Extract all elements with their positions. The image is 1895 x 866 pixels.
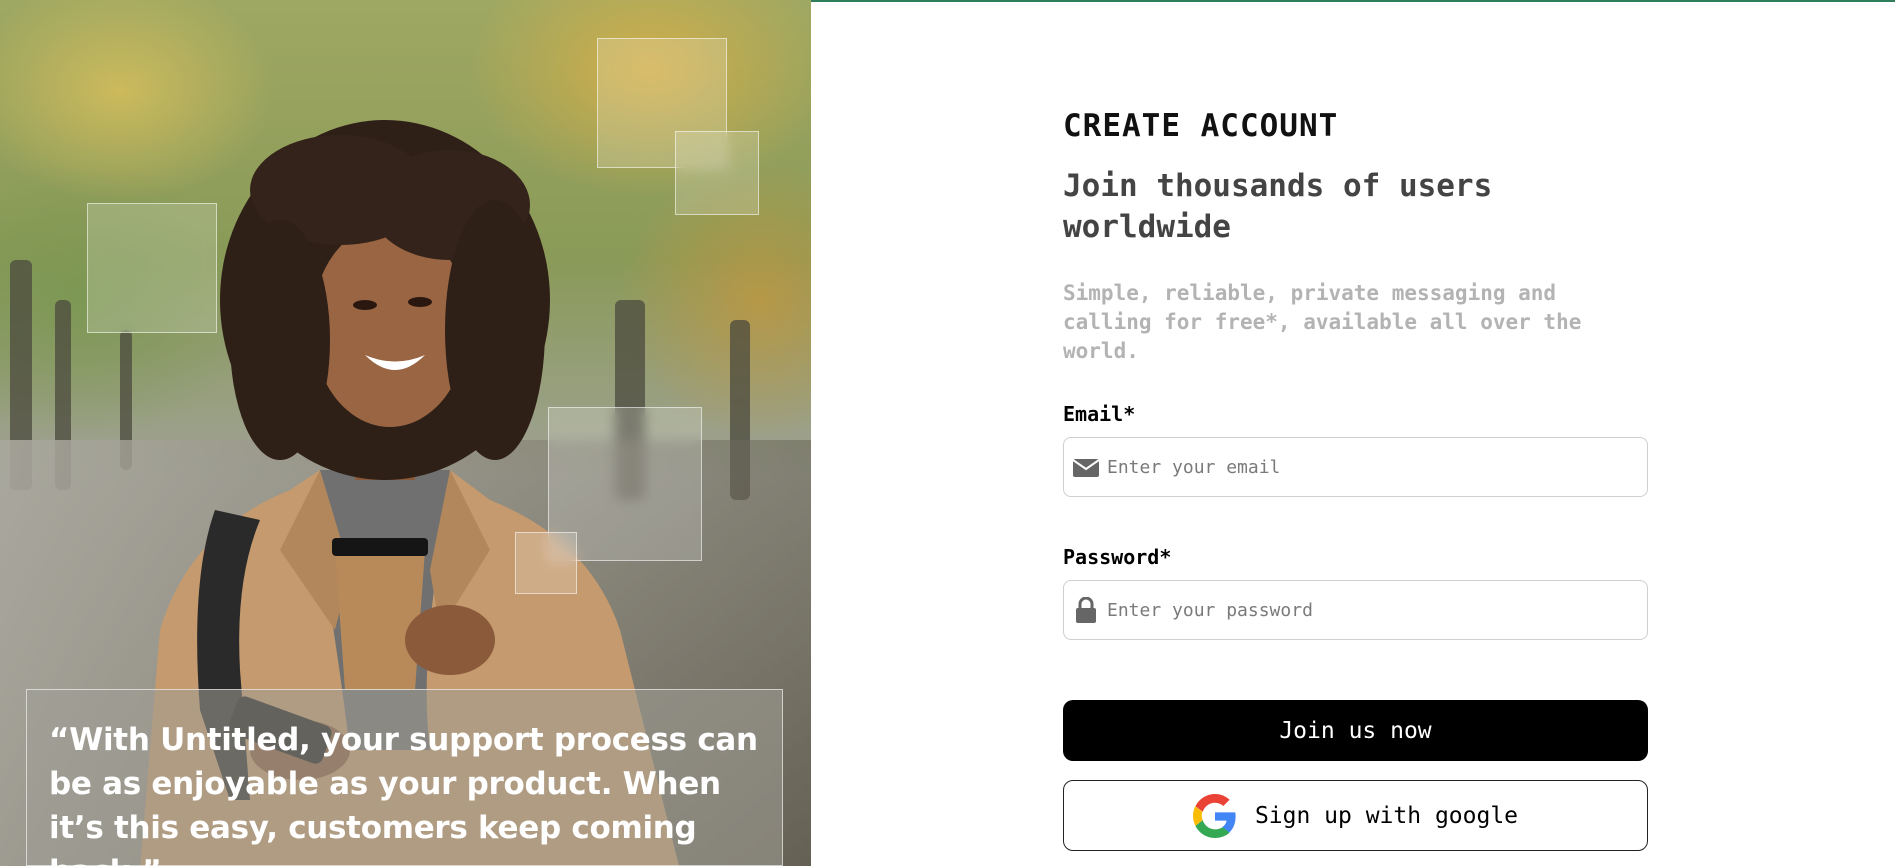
testimonial-card: “With Untitled, your support process can… (26, 689, 783, 866)
password-field-container[interactable] (1063, 580, 1648, 640)
password-label: Password* (1063, 545, 1172, 569)
page-title: Join thousands of users worldwide (1063, 168, 1493, 245)
top-accent-line (811, 0, 1895, 2)
email-label: Email* (1063, 402, 1136, 426)
form-eyebrow: CREATE ACCOUNT (1063, 108, 1339, 144)
email-field-container[interactable] (1063, 437, 1648, 497)
lock-icon (1073, 597, 1099, 623)
email-input[interactable] (1105, 446, 1647, 488)
password-input[interactable] (1105, 589, 1647, 631)
form-description: Simple, reliable, private messaging and … (1063, 281, 1582, 363)
glass-square-decoration (515, 532, 577, 594)
glass-square-decoration (87, 203, 217, 333)
google-signup-button[interactable]: Sign up with google (1063, 780, 1648, 851)
join-button[interactable]: Join us now (1063, 700, 1648, 761)
testimonial-quote: “With Untitled, your support process can… (49, 722, 758, 866)
envelope-icon (1073, 454, 1099, 480)
hero-photo: “With Untitled, your support process can… (0, 0, 811, 866)
google-button-label: Sign up with google (1254, 802, 1519, 829)
glass-square-decoration (675, 131, 759, 215)
google-icon (1192, 793, 1237, 838)
